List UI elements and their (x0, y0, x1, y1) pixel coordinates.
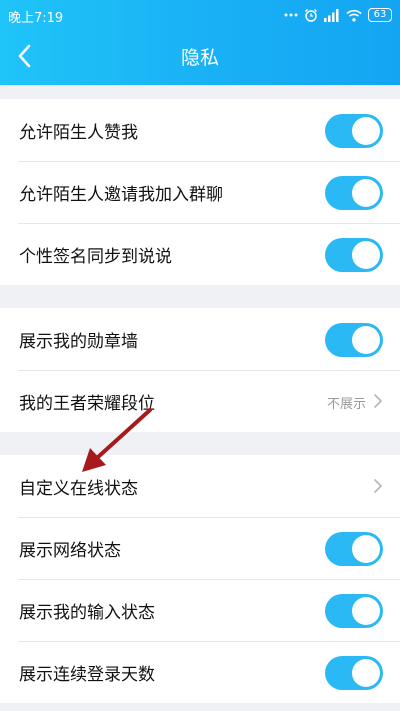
row-show-typing-status[interactable]: 展示我的输入状态 (0, 579, 400, 641)
row-game-rank[interactable]: 我的王者荣耀段位 不展示 (0, 370, 400, 432)
row-allow-stranger-likes[interactable]: 允许陌生人赞我 (0, 99, 400, 161)
row-label: 我的王者荣耀段位 (19, 393, 155, 414)
row-label: 个性签名同步到说说 (19, 246, 172, 267)
row-custom-online-status[interactable]: 自定义在线状态 (0, 455, 400, 517)
row-label: 允许陌生人邀请我加入群聊 (19, 184, 223, 205)
toggle-switch[interactable] (325, 532, 383, 566)
row-label: 展示网络状态 (19, 540, 121, 561)
wifi-icon (346, 9, 362, 22)
settings-group-2: 展示我的勋章墙 我的王者荣耀段位 不展示 (0, 308, 400, 432)
toggle-switch[interactable] (325, 323, 383, 357)
toggle-knob (352, 597, 380, 625)
row-show-medal-wall[interactable]: 展示我的勋章墙 (0, 308, 400, 370)
toggle-switch[interactable] (325, 656, 383, 690)
chevron-right-icon (374, 394, 382, 408)
page-title: 隐私 (180, 47, 219, 69)
row-value: 不展示 (326, 397, 366, 412)
row-label: 展示连续登录天数 (19, 664, 155, 685)
toggle-knob (352, 326, 380, 354)
settings-group-1: 允许陌生人赞我 允许陌生人邀请我加入群聊 个性签名同步到说说 (0, 99, 400, 285)
row-show-network-status[interactable]: 展示网络状态 (0, 517, 400, 579)
settings-list: 允许陌生人赞我 允许陌生人邀请我加入群聊 个性签名同步到说说 展示我的勋章墙 我… (0, 85, 400, 703)
more-dots-icon (284, 12, 298, 18)
status-time: 晚上7:19 (8, 11, 64, 26)
toggle-switch[interactable] (325, 594, 383, 628)
toggle-knob (352, 241, 380, 269)
chevron-right-icon (374, 479, 382, 493)
battery-icon: 63 (368, 8, 392, 22)
toggle-knob (352, 535, 380, 563)
section-spacer (0, 432, 400, 455)
toggle-switch[interactable] (325, 238, 383, 272)
signal-icon (324, 8, 340, 22)
row-label: 展示我的勋章墙 (19, 331, 138, 352)
app-header: 晚上7:19 63 隐私 (0, 0, 400, 85)
toggle-knob (352, 117, 380, 145)
row-allow-stranger-group-invite[interactable]: 允许陌生人邀请我加入群聊 (0, 161, 400, 223)
alarm-icon (304, 8, 318, 22)
toggle-knob (352, 179, 380, 207)
toggle-switch[interactable] (325, 176, 383, 210)
row-sync-signature[interactable]: 个性签名同步到说说 (0, 223, 400, 285)
row-label: 自定义在线状态 (19, 478, 138, 499)
toggle-switch[interactable] (325, 114, 383, 148)
nav-bar: 隐私 (0, 30, 400, 85)
section-spacer (0, 85, 400, 99)
section-spacer (0, 285, 400, 308)
row-label: 展示我的输入状态 (19, 602, 155, 623)
settings-group-3: 自定义在线状态 展示网络状态 展示我的输入状态 展示连续登录天数 (0, 455, 400, 703)
status-bar: 晚上7:19 63 (0, 0, 400, 30)
row-show-login-streak[interactable]: 展示连续登录天数 (0, 641, 400, 703)
toggle-knob (352, 659, 380, 687)
status-icons: 63 (284, 6, 392, 24)
row-label: 允许陌生人赞我 (19, 122, 138, 143)
